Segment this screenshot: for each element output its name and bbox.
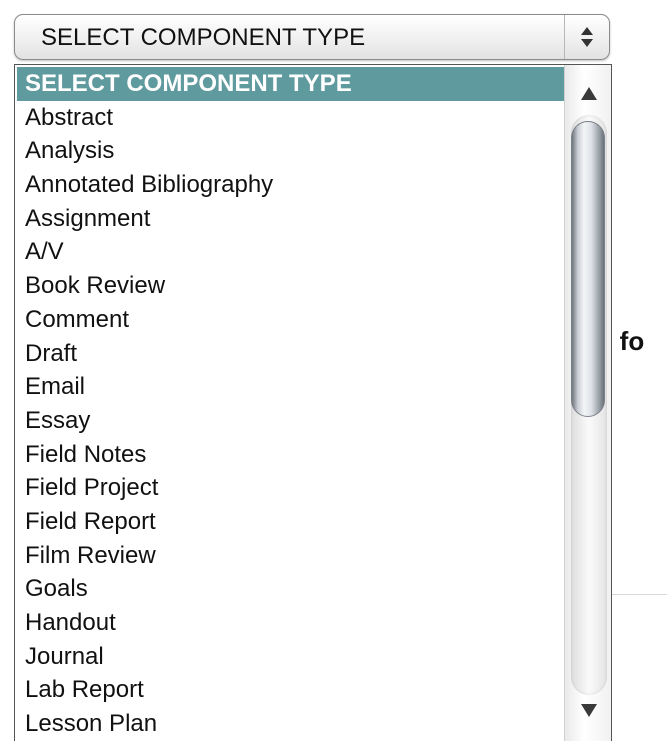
chevron-up-icon [581, 27, 593, 35]
select-current-value: SELECT COMPONENT TYPE [41, 24, 366, 51]
scroll-up-arrow-icon[interactable] [581, 87, 597, 100]
scrollbar-thumb[interactable] [571, 121, 605, 417]
dropdown-option[interactable]: Analysis [17, 134, 565, 168]
dropdown-option[interactable]: Assignment [17, 202, 565, 236]
dropdown-option[interactable]: Goals [17, 572, 565, 606]
dropdown-option[interactable]: Essay [17, 404, 565, 438]
dropdown-option[interactable]: Field Report [17, 505, 565, 539]
dropdown-options: SELECT COMPONENT TYPE Abstract Analysis Ann… [17, 67, 565, 741]
chevron-down-icon [581, 39, 593, 47]
dropdown-option[interactable]: Book Review [17, 269, 565, 303]
dropdown-option-selected[interactable]: SELECT COMPONENT TYPE [17, 67, 565, 101]
dropdown-option[interactable]: Email [17, 370, 565, 404]
dropdown-option[interactable]: Handout [17, 606, 565, 640]
dropdown-option[interactable]: Abstract [17, 101, 565, 135]
dropdown-option[interactable]: Comment [17, 303, 565, 337]
background-divider [610, 594, 667, 595]
dropdown-option[interactable]: Lesson Plan [17, 707, 565, 741]
component-type-dropdown-list[interactable]: SELECT COMPONENT TYPE Abstract Analysis Ann… [14, 64, 612, 741]
dropdown-option[interactable]: Draft [17, 337, 565, 371]
dropdown-option[interactable]: A/V [17, 235, 565, 269]
scroll-down-arrow-icon[interactable] [581, 704, 597, 717]
dropdown-option[interactable]: Annotated Bibliography [17, 168, 565, 202]
dropdown-option[interactable]: Field Notes [17, 438, 565, 472]
dropdown-option[interactable]: Film Review [17, 539, 565, 573]
dropdown-option[interactable]: Field Project [17, 471, 565, 505]
dropdown-option[interactable]: Lab Report [17, 673, 565, 707]
dropdown-scrollbar[interactable] [564, 65, 611, 741]
up-down-chevron-icon[interactable] [564, 15, 609, 59]
component-type-select[interactable]: SELECT COMPONENT TYPE [14, 14, 610, 60]
dropdown-option[interactable]: Journal [17, 640, 565, 674]
scrollbar-track[interactable] [571, 115, 607, 695]
